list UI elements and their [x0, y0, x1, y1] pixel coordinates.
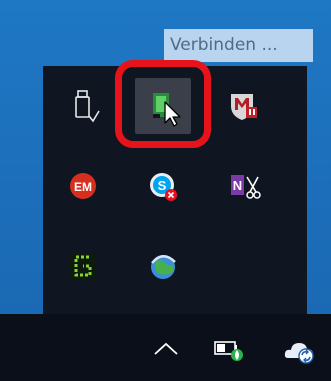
- skype-icon: S: [150, 173, 177, 201]
- cloud-sync-icon[interactable]: [282, 334, 320, 366]
- tray-item-onenote-clipper[interactable]: N: [215, 158, 271, 214]
- battery-icon[interactable]: [212, 336, 246, 364]
- em-client-label: EM: [74, 180, 92, 194]
- tray-item-network-globe[interactable]: [135, 238, 191, 294]
- tooltip-text: Verbinden ...: [170, 35, 278, 55]
- usb-drive-icon: [75, 90, 100, 123]
- onenote-label: N: [233, 178, 242, 193]
- tray-item-greenshot[interactable]: [55, 238, 111, 294]
- greenshot-icon: [70, 253, 96, 279]
- tray-item-usb[interactable]: [55, 78, 111, 134]
- tray-overflow-flyout: EM S N: [43, 60, 307, 314]
- tray-item-skype[interactable]: S: [135, 158, 191, 214]
- svg-text:S: S: [158, 178, 167, 193]
- onenote-clipper-icon: N: [231, 175, 261, 199]
- mcafee-shield-icon: [231, 94, 257, 120]
- show-hidden-icons-chevron-icon[interactable]: [151, 340, 181, 358]
- tooltip: Verbinden ...: [164, 29, 313, 62]
- taskbar: [0, 314, 331, 381]
- tray-item-em-client[interactable]: EM: [55, 158, 111, 214]
- highlight-frame: [115, 60, 211, 148]
- em-client-icon: EM: [70, 173, 96, 199]
- tray-item-mcafee[interactable]: [215, 78, 271, 134]
- globe-icon: [151, 255, 176, 279]
